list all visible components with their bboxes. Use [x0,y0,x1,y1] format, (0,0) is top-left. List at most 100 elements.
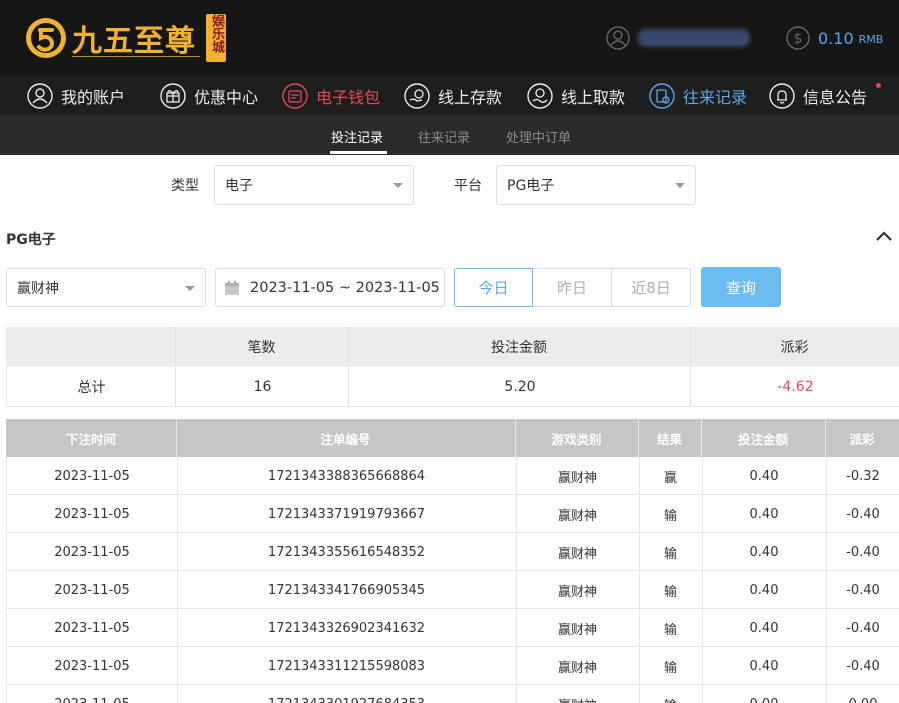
nav-item-online-withdraw[interactable]: 线上取款 [527,82,625,110]
divider [825,419,826,457]
game-type-cell: 赢财神 [557,546,597,562]
dollar-coin-icon: $ [786,26,810,50]
bet-amount-cell: 0.40 [749,468,779,484]
platform-select-value: PG电子 [507,178,555,194]
divider [516,495,517,533]
divider [826,533,827,571]
nav-item-announcements[interactable]: 信息公告 [769,82,867,110]
wallet-icon [282,83,308,109]
top-header: 九五至尊 娱乐城 $ 0.10 RMB [0,0,899,75]
brand-logo[interactable]: 九五至尊 娱乐城 [24,10,229,66]
payout-cell: -0.40 [846,544,880,560]
divider [516,533,517,571]
nav-item-e-wallet[interactable]: 电子钱包 [282,82,380,110]
records-header-cell: 投注金额 [737,431,788,447]
nav-label: 线上存款 [438,88,503,107]
user-avatar-icon [606,26,630,50]
chevron-up-icon[interactable] [875,229,893,243]
platform-select[interactable]: PG电子 [496,165,696,205]
game-type-cell: 赢财神 [557,470,597,486]
section-title: PG电子 [6,232,56,248]
divider [826,685,827,703]
payout-cell: -0.40 [846,658,880,674]
records-header-cell: 注单编号 [320,431,371,447]
deposit-icon [404,83,430,109]
divider [515,419,516,457]
table-row: 2023-11-05 1721343311215598083 赢财神 输 0.40 -0.… [6,647,899,685]
bet-time-cell: 2023-11-05 [54,544,130,560]
divider [826,457,827,495]
tab-bet-records[interactable]: 投注记录 [331,127,383,146]
records-header-cell: 结果 [656,431,682,447]
records-header-cell: 游戏类别 [551,431,602,447]
summary-header-cell [6,327,175,367]
main-nav: 我的账户 优惠中心 电子钱包 线上存款 线上取款 往来记录 信息公告 [0,75,899,116]
balance-display[interactable]: $ 0.10 RMB [786,24,883,52]
summary-row: 总计 16 5.20 -4.62 [6,367,899,407]
game-select-value: 赢财神 [17,280,59,297]
divider [702,685,703,703]
game-type-cell: 赢财神 [516,685,639,703]
nav-label: 电子钱包 [316,88,381,107]
game-type-cell: 赢财神 [557,622,597,638]
game-type-cell: 赢财神 [557,660,597,676]
summary-total-label: 总计 [77,380,106,396]
user-info[interactable] [606,24,750,52]
records-header-cell: 派彩 [849,431,875,447]
divider [702,647,703,685]
bet-id-cell: 1721343326902341632 [267,620,426,636]
nav-item-promotions[interactable]: 优惠中心 [160,82,258,110]
tab-transaction-records[interactable]: 往来记录 [418,127,470,146]
logo-divider [72,56,200,57]
yesterday-button[interactable]: 昨日 [533,268,612,307]
divider [516,647,517,685]
table-row: 2023-11-05 1721343388365668864 赢财神 赢 0.40 -0.… [6,457,899,495]
tab-pending-orders[interactable]: 处理中订单 [506,127,571,146]
divider [516,685,517,703]
divider [702,609,703,647]
result-cell: 输 [639,685,702,703]
type-label: 类型 [171,178,199,194]
payout-cell: -0.32 [846,468,880,484]
nav-item-online-deposit[interactable]: 线上存款 [404,82,502,110]
nav-label: 信息公告 [803,88,868,107]
divider [690,327,691,407]
divider [702,457,703,495]
result-cell: 输 [663,660,677,676]
divider [176,419,177,457]
bet-id-cell: 1721343301927684353 [177,685,516,703]
game-select[interactable]: 赢财神 [6,268,206,307]
chevron-down-icon [185,286,195,291]
divider [639,495,640,533]
divider [516,571,517,609]
query-button[interactable]: 查询 [701,267,781,307]
active-tab-underline [330,151,387,154]
table-row: 2023-11-05 1721343326902341632 赢财神 输 0.40 -0.… [6,609,899,647]
user-icon [27,83,53,109]
result-cell: 输 [663,622,677,638]
result-cell: 输 [663,546,677,562]
bet-time-cell: 2023-11-05 [54,620,130,636]
divider [826,609,827,647]
date-range-picker[interactable]: 2023-11-05 ~ 2023-11-05 [215,268,445,307]
divider [638,419,639,457]
divider [177,533,178,571]
summary-bet-amount: 5.20 [504,379,536,395]
nav-item-transaction-records[interactable]: 往来记录 [649,82,747,110]
platform-label: 平台 [454,178,482,194]
divider [516,457,517,495]
nav-item-my-account[interactable]: 我的账户 [27,82,125,110]
divider [177,495,178,533]
divider [639,571,640,609]
nav-label: 往来记录 [683,88,748,107]
result-cell: 输 [663,508,677,524]
type-select[interactable]: 电子 [214,165,414,205]
divider [516,609,517,647]
bell-icon [769,83,795,109]
today-button[interactable]: 今日 [454,268,533,307]
divider [177,457,178,495]
divider [639,647,640,685]
last-8-days-button[interactable]: 近8日 [612,268,691,307]
user-name-blurred [638,29,750,47]
divider [639,685,640,703]
